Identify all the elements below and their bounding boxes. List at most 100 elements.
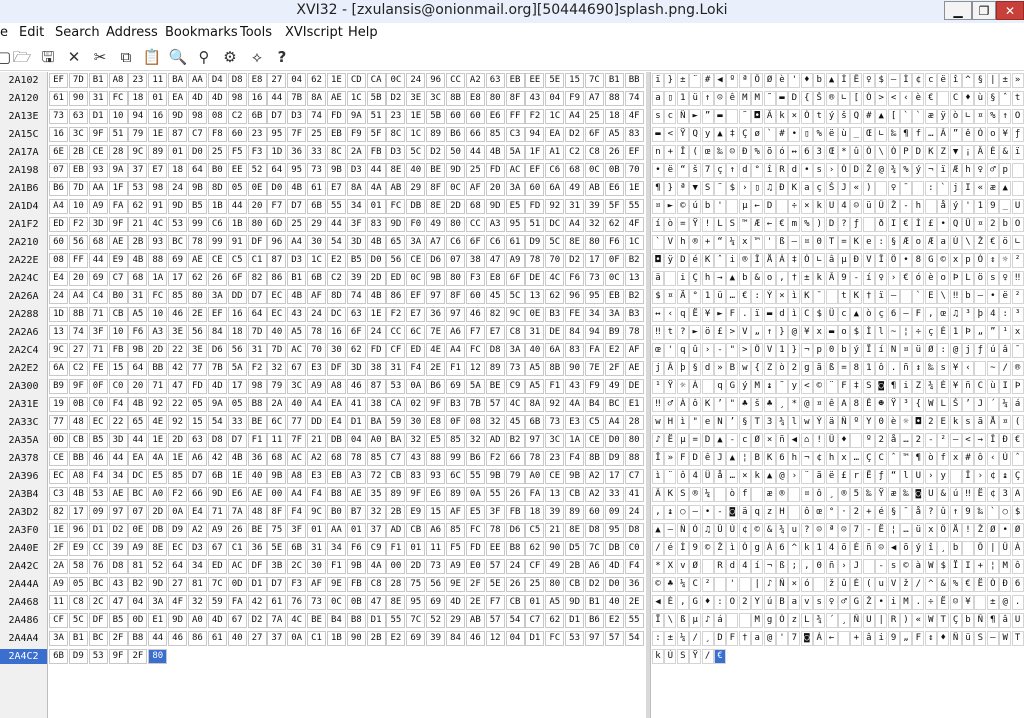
hex-byte-cell[interactable]: 2B xyxy=(366,631,386,646)
hex-byte-cell[interactable]: 15 xyxy=(426,505,446,520)
hex-byte-cell[interactable]: 76 xyxy=(287,595,307,610)
text-char-cell[interactable]: × xyxy=(788,577,801,592)
text-char-cell[interactable]: ™ xyxy=(738,217,751,232)
text-char-cell[interactable]: ™ xyxy=(900,451,912,466)
text-char-cell[interactable]: ‰ xyxy=(714,145,726,160)
hex-byte-cell[interactable]: 3F xyxy=(88,325,108,340)
text-char-cell[interactable]: F xyxy=(726,631,739,646)
hex-byte-cell[interactable]: 0A xyxy=(168,505,188,520)
hex-byte-cell[interactable]: 4D xyxy=(207,379,227,394)
text-char-cell[interactable]: — xyxy=(887,289,900,304)
hex-byte-cell[interactable]: 5E xyxy=(267,541,287,556)
hex-byte-cell[interactable]: 73 xyxy=(307,595,327,610)
text-char-cell[interactable]: Ñ xyxy=(776,577,788,592)
hex-byte-cell[interactable]: B9 xyxy=(604,325,624,340)
hex-byte-cell[interactable]: 22 xyxy=(108,415,128,430)
hex-byte-cell[interactable]: 08 xyxy=(465,415,485,430)
paste-icon[interactable]: 📋 xyxy=(142,47,162,67)
text-char-cell[interactable]: Ï xyxy=(862,343,875,358)
text-char-cell[interactable]: J xyxy=(714,451,726,466)
hex-byte-cell[interactable]: 77 xyxy=(187,361,207,376)
text-char-cell[interactable]: Ð xyxy=(776,181,788,196)
text-char-cell[interactable]: » xyxy=(1011,73,1024,88)
hex-byte-cell[interactable]: 4C xyxy=(505,397,525,412)
text-char-cell[interactable]: ¦ xyxy=(887,523,900,538)
text-char-cell[interactable]: ò xyxy=(924,451,937,466)
hex-byte-cell[interactable]: AD xyxy=(386,523,406,538)
hex-byte-cell[interactable]: F5 xyxy=(446,541,465,556)
text-char-cell[interactable]: b xyxy=(949,541,962,556)
text-char-cell[interactable]: d xyxy=(776,307,788,322)
hex-byte-cell[interactable]: 97 xyxy=(426,289,446,304)
text-char-cell[interactable]: ☻ xyxy=(875,397,888,412)
hex-byte-cell[interactable]: 75 xyxy=(267,523,287,538)
hex-byte-cell[interactable]: 83 xyxy=(565,343,585,358)
text-char-cell[interactable]: 9 xyxy=(887,631,900,646)
hex-byte-cell[interactable]: 49 xyxy=(426,217,446,232)
text-char-cell[interactable]: ¨ xyxy=(800,469,813,484)
text-char-cell[interactable]: … xyxy=(726,469,739,484)
text-char-cell[interactable]: ß xyxy=(676,613,689,628)
hex-byte-cell[interactable]: F2 xyxy=(525,109,545,124)
hex-byte-cell[interactable]: A5 xyxy=(128,307,148,322)
hex-byte-cell[interactable]: AA xyxy=(326,523,346,538)
text-char-cell[interactable]: w xyxy=(800,415,813,430)
text-char-cell[interactable]: ' xyxy=(788,73,801,88)
hex-byte-cell[interactable]: 1A xyxy=(148,271,168,286)
hex-byte-cell[interactable]: EE xyxy=(227,163,247,178)
hex-byte-cell[interactable]: 26 xyxy=(505,577,525,592)
hex-byte-cell[interactable]: FB xyxy=(346,577,366,592)
hex-byte-cell[interactable]: 8A xyxy=(525,397,545,412)
text-char-cell[interactable]: å xyxy=(887,433,900,448)
hex-byte-cell[interactable]: 7C xyxy=(406,613,426,628)
text-char-cell[interactable]: $ xyxy=(875,73,888,88)
hex-byte-cell[interactable]: 1C xyxy=(545,109,565,124)
hex-byte-cell[interactable]: 74 xyxy=(307,109,327,124)
text-char-cell[interactable]: „ xyxy=(751,325,764,340)
text-char-cell[interactable]: # xyxy=(701,73,714,88)
text-char-cell[interactable]: º xyxy=(850,415,863,430)
hex-byte-cell[interactable]: A4 xyxy=(565,217,585,232)
text-char-cell[interactable]: × xyxy=(738,469,751,484)
hex-byte-cell[interactable]: 27 xyxy=(247,631,267,646)
hex-byte-cell[interactable]: 25 xyxy=(207,145,227,160)
text-char-cell[interactable]: 7 xyxy=(701,163,714,178)
text-char-cell[interactable]: k xyxy=(813,271,826,286)
hex-byte-cell[interactable]: 17 xyxy=(584,253,604,268)
hex-byte-cell[interactable]: 88 xyxy=(604,91,624,106)
text-char-cell[interactable]: Â xyxy=(664,361,677,376)
hex-byte-cell[interactable]: 68 xyxy=(326,451,346,466)
hex-byte-cell[interactable]: 5B xyxy=(366,91,386,106)
hex-byte-cell[interactable]: 1C xyxy=(307,253,327,268)
hex-byte-cell[interactable]: 1D xyxy=(49,307,68,322)
text-char-cell[interactable]: ô xyxy=(813,487,826,502)
text-char-cell[interactable]: % xyxy=(751,145,764,160)
hex-byte-cell[interactable]: 84 xyxy=(565,325,585,340)
hex-byte-cell[interactable]: 2F xyxy=(49,541,68,556)
text-char-cell[interactable]: ù xyxy=(974,91,987,106)
hex-byte-cell[interactable]: 61 xyxy=(307,181,327,196)
hex-byte-cell[interactable]: 09 xyxy=(604,505,624,520)
hex-byte-cell[interactable]: 2D xyxy=(406,559,426,574)
text-char-cell[interactable]: : xyxy=(652,631,664,646)
text-char-cell[interactable]: ` xyxy=(900,109,912,124)
text-char-cell[interactable]: / xyxy=(652,541,664,556)
text-char-cell[interactable]: Ë xyxy=(689,307,702,322)
text-char-cell[interactable]: ↑ xyxy=(726,163,739,178)
copy-icon[interactable]: ⧉ xyxy=(116,47,136,67)
text-char-cell[interactable] xyxy=(714,487,726,502)
text-char-cell[interactable]: | xyxy=(986,73,999,88)
hex-byte-cell[interactable]: DE xyxy=(525,271,545,286)
text-char-cell[interactable]: ` xyxy=(652,235,664,250)
hex-byte-cell[interactable]: 9D xyxy=(386,217,406,232)
hex-byte-cell[interactable]: 94 xyxy=(525,127,545,142)
text-char-cell[interactable]: . xyxy=(1011,595,1024,610)
hex-byte-cell[interactable]: 9F xyxy=(108,649,128,664)
hex-byte-cell[interactable]: FC xyxy=(545,631,565,646)
hex-byte-cell[interactable]: BE xyxy=(247,523,267,538)
hex-byte-cell[interactable]: 2F xyxy=(128,649,148,664)
hex-byte-cell[interactable]: 60 xyxy=(227,127,247,142)
text-char-cell[interactable]: Ì xyxy=(912,217,925,232)
text-char-cell[interactable]: © xyxy=(813,379,826,394)
text-char-cell[interactable]: ▼ xyxy=(689,181,702,196)
